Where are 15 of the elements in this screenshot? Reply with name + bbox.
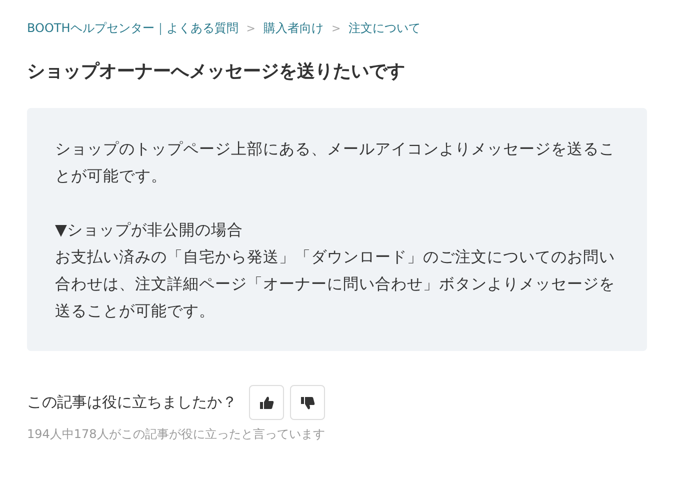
article-paragraph: お支払い済みの「自宅から発送」「ダウンロード」のご注文についてのお問い合わせは、注文詳細ページ「オーナーに問い合わせ」ボタンよりメッセージを送ることが可能です。 — [55, 247, 616, 322]
breadcrumb-separator: > — [331, 22, 341, 35]
article-paragraph: ▼ショップが非公開の場合 — [55, 220, 244, 241]
thumbs-up-icon — [260, 396, 274, 410]
thumbs-up-button[interactable] — [249, 385, 284, 420]
feedback-stats: 194人中178人がこの記事が役に立ったと言っています — [27, 426, 326, 443]
breadcrumb-separator: > — [246, 22, 256, 35]
article-paragraph: ショップのトップページ上部にある、メールアイコンよりメッセージを送ることが可能です。 — [55, 139, 616, 187]
breadcrumb-link[interactable]: 購入者向け — [263, 20, 324, 37]
article-title: ショップオーナーへメッセージを送りたいです — [27, 60, 406, 83]
breadcrumb-link[interactable]: 注文について — [348, 20, 421, 37]
feedback-question: この記事は役に立ちましたか？ — [27, 393, 237, 412]
thumbs-down-icon — [300, 396, 314, 410]
breadcrumb-link[interactable]: BOOTHヘルプセンター｜よくある質問 — [27, 20, 238, 37]
thumbs-down-button[interactable] — [290, 385, 325, 420]
